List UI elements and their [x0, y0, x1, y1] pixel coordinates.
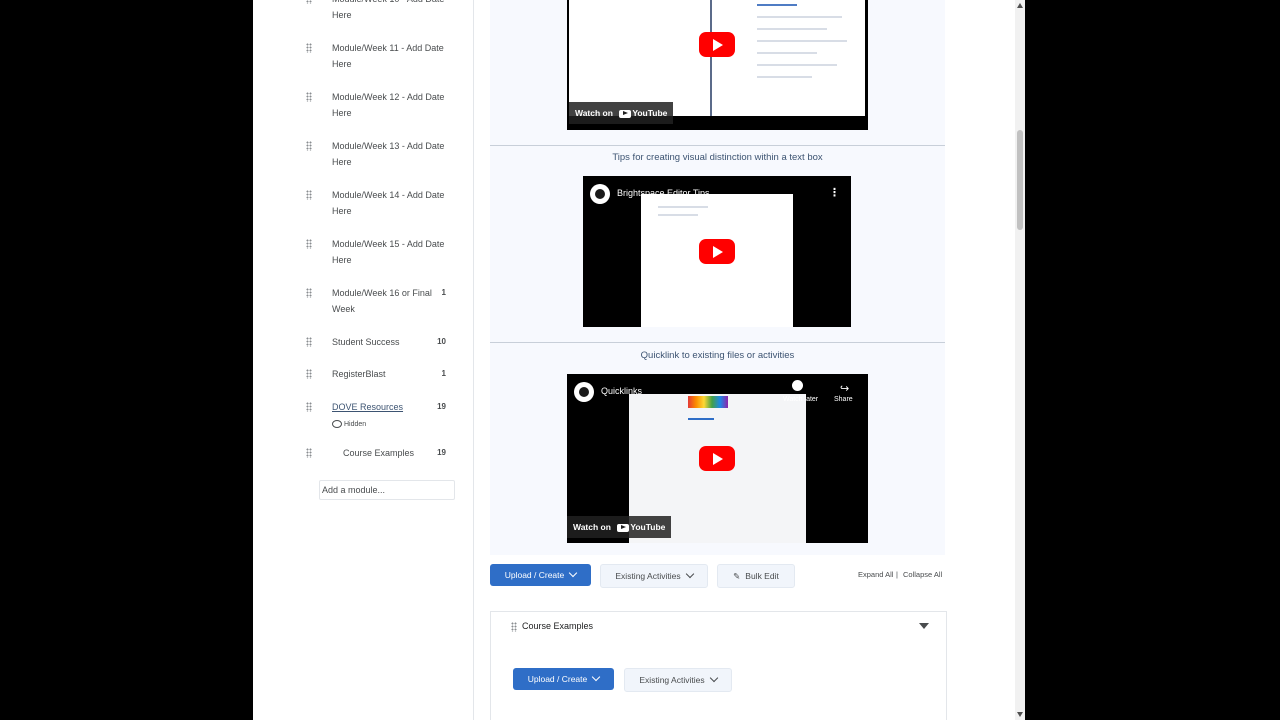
- color-palette: [688, 396, 728, 408]
- drag-handle-icon[interactable]: [306, 337, 312, 347]
- drag-handle-icon[interactable]: [306, 92, 312, 102]
- toc-item-label: Module/Week 12 - Add Date Here: [332, 92, 445, 118]
- upload-create-button[interactable]: Upload / Create: [490, 564, 591, 586]
- toc-item[interactable]: Module/Week 15 - Add Date Here: [306, 236, 473, 268]
- toc-item[interactable]: Module/Week 14 - Add Date Here: [306, 187, 473, 219]
- youtube-logo-icon: YouTube: [617, 516, 665, 538]
- existing-activities-button[interactable]: Existing Activities: [600, 564, 708, 588]
- module-upload-create-button[interactable]: Upload / Create: [513, 668, 614, 690]
- toc-item-label: RegisterBlast: [332, 369, 386, 379]
- drag-handle-icon[interactable]: [306, 402, 312, 412]
- drag-handle-icon[interactable]: [306, 369, 312, 379]
- share-label[interactable]: Share: [834, 396, 853, 403]
- toc-item[interactable]: Student Success 10: [306, 334, 473, 350]
- more-options-icon[interactable]: ⋮: [829, 186, 840, 199]
- scroll-up-icon[interactable]: [1017, 3, 1023, 8]
- drag-handle-icon[interactable]: [306, 141, 312, 151]
- page: Module/Week 10 - Add Date Here Module/We…: [253, 0, 1015, 720]
- youtube-video-1[interactable]: Watch on YouTube: [567, 0, 868, 130]
- channel-avatar-icon[interactable]: [590, 184, 610, 204]
- add-module-input[interactable]: Add a module...: [319, 480, 455, 500]
- toc-item-label[interactable]: DOVE Resources: [313, 399, 452, 415]
- toc-item[interactable]: RegisterBlast 1: [306, 366, 473, 382]
- toc-item-label: Module/Week 13 - Add Date Here: [332, 141, 445, 167]
- hidden-eye-icon: [332, 420, 342, 429]
- youtube-logo-icon: YouTube: [619, 102, 667, 124]
- toc-item[interactable]: Module/Week 10 - Add Date Here: [306, 0, 473, 23]
- item-count-badge: 19: [437, 448, 446, 457]
- video-title[interactable]: Brightspace Editor Tips: [617, 188, 710, 198]
- module-title: Course Examples: [522, 621, 594, 631]
- chevron-down-icon: [592, 672, 601, 682]
- collapse-all-link[interactable]: Collapse All: [903, 570, 942, 579]
- toc-item[interactable]: Module/Week 11 - Add Date Here: [306, 40, 473, 72]
- watch-later-label[interactable]: Watch later: [783, 396, 818, 403]
- watch-later-icon[interactable]: [792, 380, 803, 391]
- module-existing-activities-button[interactable]: Existing Activities: [624, 668, 732, 692]
- video-caption: Tips for creating visual distinction wit…: [612, 152, 823, 163]
- watch-on-youtube-button[interactable]: Watch on YouTube: [569, 102, 674, 124]
- link-divider: |: [896, 570, 898, 579]
- toc-item-label: Module/Week 11 - Add Date Here: [332, 43, 444, 69]
- page-scrollbar[interactable]: [1015, 0, 1025, 720]
- module-header-course-examples[interactable]: Course Examples: [490, 611, 947, 642]
- drag-handle-icon[interactable]: [306, 190, 312, 200]
- toc-item-label: Module/Week 10 - Add Date Here: [332, 0, 444, 20]
- collapse-caret-icon[interactable]: [919, 623, 929, 629]
- drag-handle-icon[interactable]: [306, 0, 312, 4]
- toc-item-label: Module/Week 14 - Add Date Here: [332, 190, 445, 216]
- drag-handle-icon[interactable]: [306, 239, 312, 249]
- toc-item[interactable]: Module/Week 13 - Add Date Here: [306, 138, 473, 170]
- bulk-edit-button[interactable]: ✎ Bulk Edit: [717, 564, 795, 588]
- youtube-play-icon[interactable]: [699, 32, 735, 57]
- toc-item[interactable]: Module/Week 16 or Final Week 1: [306, 285, 473, 317]
- scrollbar-thumb[interactable]: [1017, 130, 1023, 230]
- item-count-badge: 19: [437, 402, 446, 411]
- chevron-down-icon: [685, 569, 694, 579]
- item-count-badge: 1: [441, 288, 446, 297]
- drag-handle-icon[interactable]: [306, 43, 312, 53]
- toc-item[interactable]: Module/Week 12 - Add Date Here: [306, 89, 473, 121]
- video-title[interactable]: Quicklinks: [601, 386, 642, 396]
- chevron-down-icon: [709, 673, 718, 683]
- chevron-down-icon: [569, 568, 578, 578]
- toc-item-label: Module/Week 16 or Final Week: [332, 288, 432, 314]
- hidden-status: Hidden: [313, 417, 473, 433]
- toc-item-label: Module/Week 15 - Add Date Here: [332, 239, 445, 265]
- video-caption: Quicklink to existing files or activitie…: [640, 350, 795, 361]
- youtube-play-icon[interactable]: [699, 446, 735, 471]
- divider: [490, 342, 945, 343]
- toc-item-label: Student Success: [332, 337, 400, 347]
- toc-item-course-examples[interactable]: Course Examples 19: [306, 445, 473, 461]
- divider: [490, 145, 945, 146]
- channel-avatar-icon[interactable]: [574, 382, 594, 402]
- expand-all-link[interactable]: Expand All: [858, 570, 893, 579]
- youtube-video-3[interactable]: Quicklinks Watch later ↪ Share Watch on …: [567, 374, 868, 543]
- youtube-video-2[interactable]: Brightspace Editor Tips ⋮: [583, 176, 851, 327]
- drag-handle-icon[interactable]: [306, 448, 312, 458]
- item-count-badge: 1: [441, 369, 446, 378]
- module-content: Watch on YouTube Tips for creating visua…: [490, 0, 947, 720]
- share-icon[interactable]: ↪: [840, 382, 849, 395]
- item-count-badge: 10: [437, 337, 446, 346]
- scroll-down-icon[interactable]: [1017, 712, 1023, 717]
- pencil-icon: ✎: [733, 571, 741, 581]
- drag-handle-icon[interactable]: [511, 622, 517, 632]
- toc-item-dove-resources[interactable]: DOVE Resources 19 Hidden: [306, 399, 473, 433]
- youtube-play-icon[interactable]: [699, 239, 735, 264]
- watch-on-youtube-button[interactable]: Watch on YouTube: [567, 516, 672, 538]
- drag-handle-icon[interactable]: [306, 288, 312, 298]
